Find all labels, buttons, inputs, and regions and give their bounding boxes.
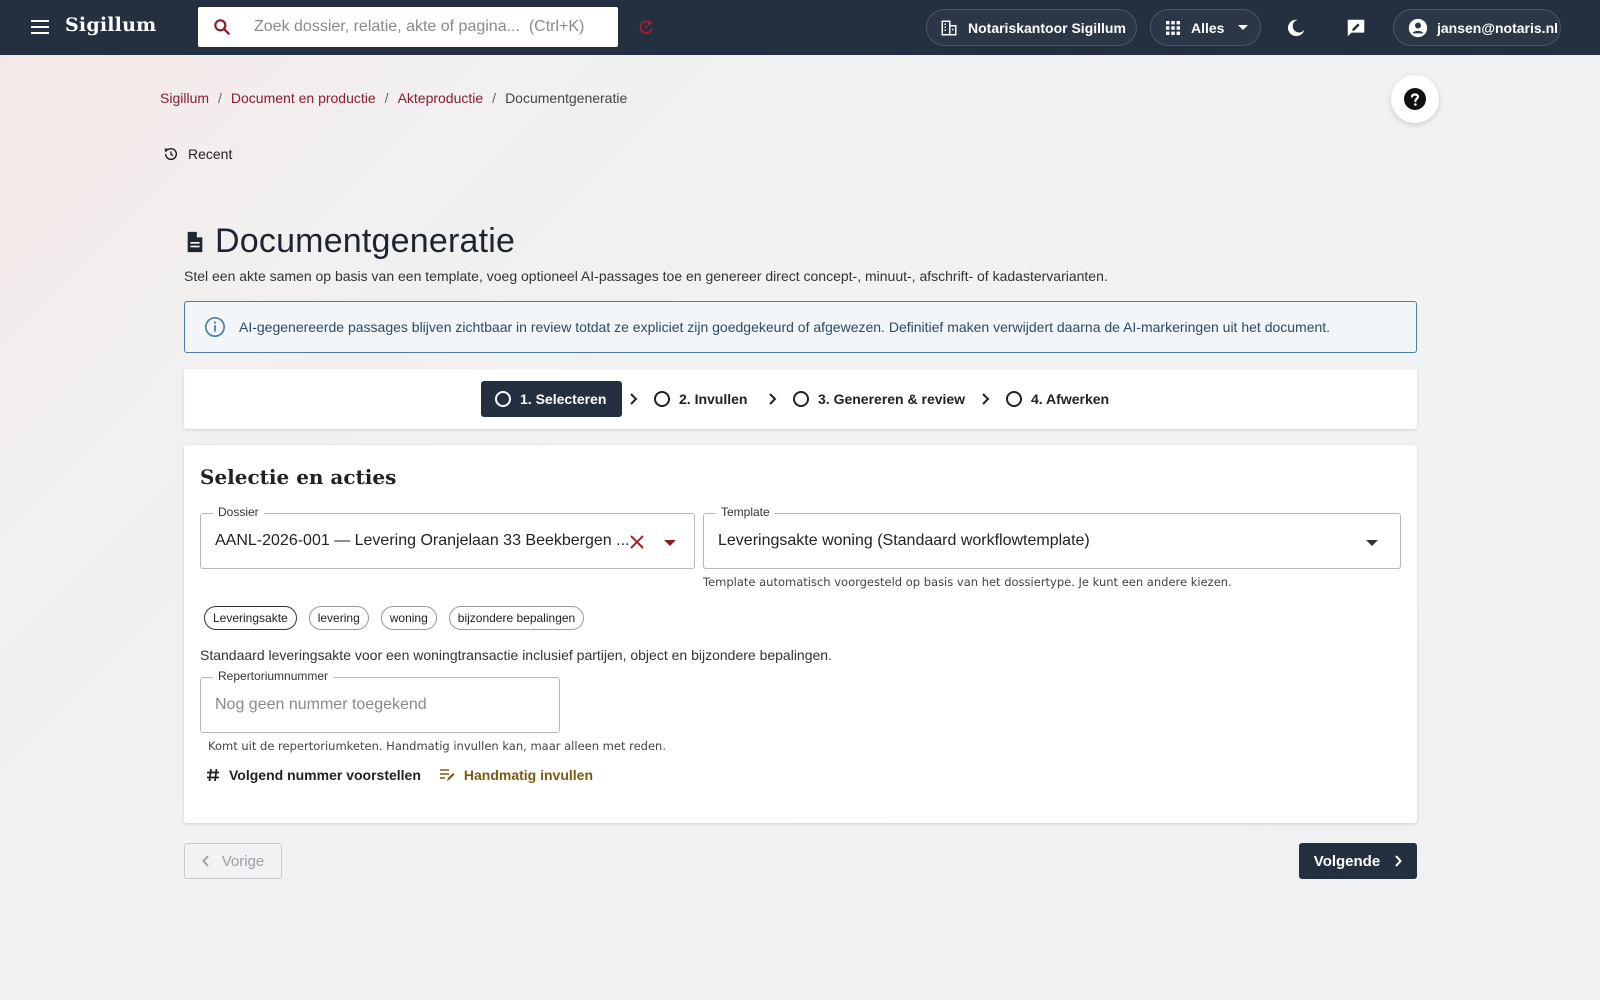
repertorium-field[interactable]: Repertoriumnummer Nog geen nummer toegek… xyxy=(200,669,560,733)
template-select[interactable]: Template Leveringsakte woning (Standaard… xyxy=(703,505,1401,569)
help-button[interactable] xyxy=(1391,75,1439,123)
office-selector[interactable]: Notariskantoor Sigillum xyxy=(926,9,1137,46)
chevron-right-icon xyxy=(1395,855,1403,867)
next-label: Volgende xyxy=(1313,852,1381,870)
step-select[interactable]: 1. Selecteren xyxy=(481,381,623,417)
edit-note-icon xyxy=(439,769,455,781)
step-generate-review[interactable]: 3. Genereren & review xyxy=(793,381,965,417)
breadcrumb-separator: / xyxy=(384,90,389,106)
chevron-right-icon xyxy=(630,393,638,405)
breadcrumb: Sigillum / Document en productie / Aktep… xyxy=(160,90,627,106)
tag-chip: Leveringsakte xyxy=(204,606,297,630)
dossier-select[interactable]: Dossier AANL-2026-001 — Levering Oranjel… xyxy=(200,505,695,569)
info-text: AI-gegenereerde passages blijven zichtba… xyxy=(239,319,1331,335)
chevron-right-icon xyxy=(769,393,777,405)
previous-label: Vorige xyxy=(221,852,265,870)
tag-chip: bijzondere bepalingen xyxy=(448,606,585,630)
repertorium-placeholder: Nog geen nummer toegekend xyxy=(215,696,427,713)
step-fill[interactable]: 2. Invullen xyxy=(654,381,747,417)
template-description: Standaard leveringsakte voor een woningt… xyxy=(200,647,832,663)
page-title: Documentgeneratie xyxy=(215,222,516,260)
template-value: Leveringsakte woning (Standaard workflow… xyxy=(718,532,1090,549)
chevron-down-icon xyxy=(1238,25,1249,30)
menu-icon[interactable] xyxy=(31,17,53,37)
step-label: 1. Selecteren xyxy=(520,391,607,407)
help-icon xyxy=(1404,88,1426,110)
breadcrumb-link[interactable]: Sigillum xyxy=(160,90,209,106)
history-icon xyxy=(164,147,178,161)
breadcrumb-link[interactable]: Document en productie xyxy=(231,90,376,106)
template-label: Template xyxy=(716,505,775,519)
user-menu[interactable]: jansen@notaris.nl xyxy=(1393,9,1561,46)
tag-chip: woning xyxy=(380,606,437,630)
chevron-left-icon xyxy=(201,855,209,867)
office-name: Notariskantoor Sigillum xyxy=(968,19,1126,36)
step-circle-icon xyxy=(793,391,809,407)
account-icon xyxy=(1408,18,1428,37)
previous-button[interactable]: Vorige xyxy=(184,843,282,879)
search-input[interactable] xyxy=(254,7,604,47)
step-circle-icon xyxy=(495,391,511,407)
breadcrumb-link[interactable]: Akteproductie xyxy=(398,90,484,106)
chevron-down-icon[interactable] xyxy=(664,540,676,546)
stepper: 1. Selecteren 2. Invullen 3. Genereren &… xyxy=(184,369,1417,429)
feedback-icon[interactable] xyxy=(1345,17,1367,39)
step-label: 2. Invullen xyxy=(679,391,748,407)
clear-icon[interactable] xyxy=(628,533,646,551)
suggest-number-button[interactable]: Volgend nummer voorstellen xyxy=(206,767,421,783)
app-brand[interactable]: Sigillum xyxy=(65,14,156,36)
breadcrumb-current: Documentgeneratie xyxy=(505,90,628,106)
recent-label: Recent xyxy=(188,146,233,162)
repertorium-label: Repertoriumnummer xyxy=(213,669,334,683)
repertorium-helper: Komt uit de repertoriumketen. Handmatig … xyxy=(208,739,666,753)
dossier-value: AANL-2026-001 — Levering Oranjelaan 33 B… xyxy=(215,532,630,549)
dark-mode-icon[interactable] xyxy=(1285,17,1307,39)
template-tags: Leveringsakte levering woning bijzondere… xyxy=(204,606,596,630)
global-search[interactable] xyxy=(198,7,618,47)
chevron-right-icon xyxy=(982,393,990,405)
template-helper: Template automatisch voorgesteld op basi… xyxy=(703,575,1232,589)
document-icon xyxy=(187,231,203,252)
scope-selector[interactable]: Alles xyxy=(1150,9,1261,46)
top-bar: Sigillum Notariskantoor Sigillum Alles xyxy=(0,0,1600,55)
manual-entry-label: Handmatig invullen xyxy=(463,767,594,783)
page-subtitle: Stel een akte samen op basis van een tem… xyxy=(184,268,1108,284)
step-label: 4. Afwerken xyxy=(1031,391,1110,407)
step-label: 3. Genereren & review xyxy=(818,391,966,407)
hash-icon xyxy=(207,768,219,782)
next-button[interactable]: Volgende xyxy=(1299,843,1417,879)
selection-card: Selectie en acties Dossier AANL-2026-001… xyxy=(184,445,1417,823)
suggest-number-label: Volgend nummer voorstellen xyxy=(229,767,421,783)
step-circle-icon xyxy=(1006,391,1022,407)
page-header: Documentgeneratie xyxy=(185,222,515,261)
user-email: jansen@notaris.nl xyxy=(1437,19,1559,36)
refresh-icon[interactable] xyxy=(636,17,656,37)
card-title: Selectie en acties xyxy=(200,465,397,489)
manual-entry-button[interactable]: Handmatig invullen xyxy=(439,767,593,783)
info-alert: AI-gegenereerde passages blijven zichtba… xyxy=(184,301,1417,353)
breadcrumb-separator: / xyxy=(218,90,222,106)
building-icon xyxy=(941,20,957,35)
chevron-down-icon[interactable] xyxy=(1366,540,1378,546)
info-icon xyxy=(205,317,225,337)
repertorium-actions: Volgend nummer voorstellen Handmatig inv… xyxy=(206,767,593,783)
recent-button[interactable]: Recent xyxy=(163,146,232,162)
step-finish[interactable]: 4. Afwerken xyxy=(1006,381,1109,417)
apps-grid-icon xyxy=(1166,20,1180,35)
search-icon xyxy=(214,19,230,35)
tag-chip: levering xyxy=(308,606,369,630)
dossier-label: Dossier xyxy=(213,505,264,519)
step-circle-icon xyxy=(654,391,670,407)
breadcrumb-separator: / xyxy=(492,90,497,106)
scope-label: Alles xyxy=(1191,19,1225,36)
